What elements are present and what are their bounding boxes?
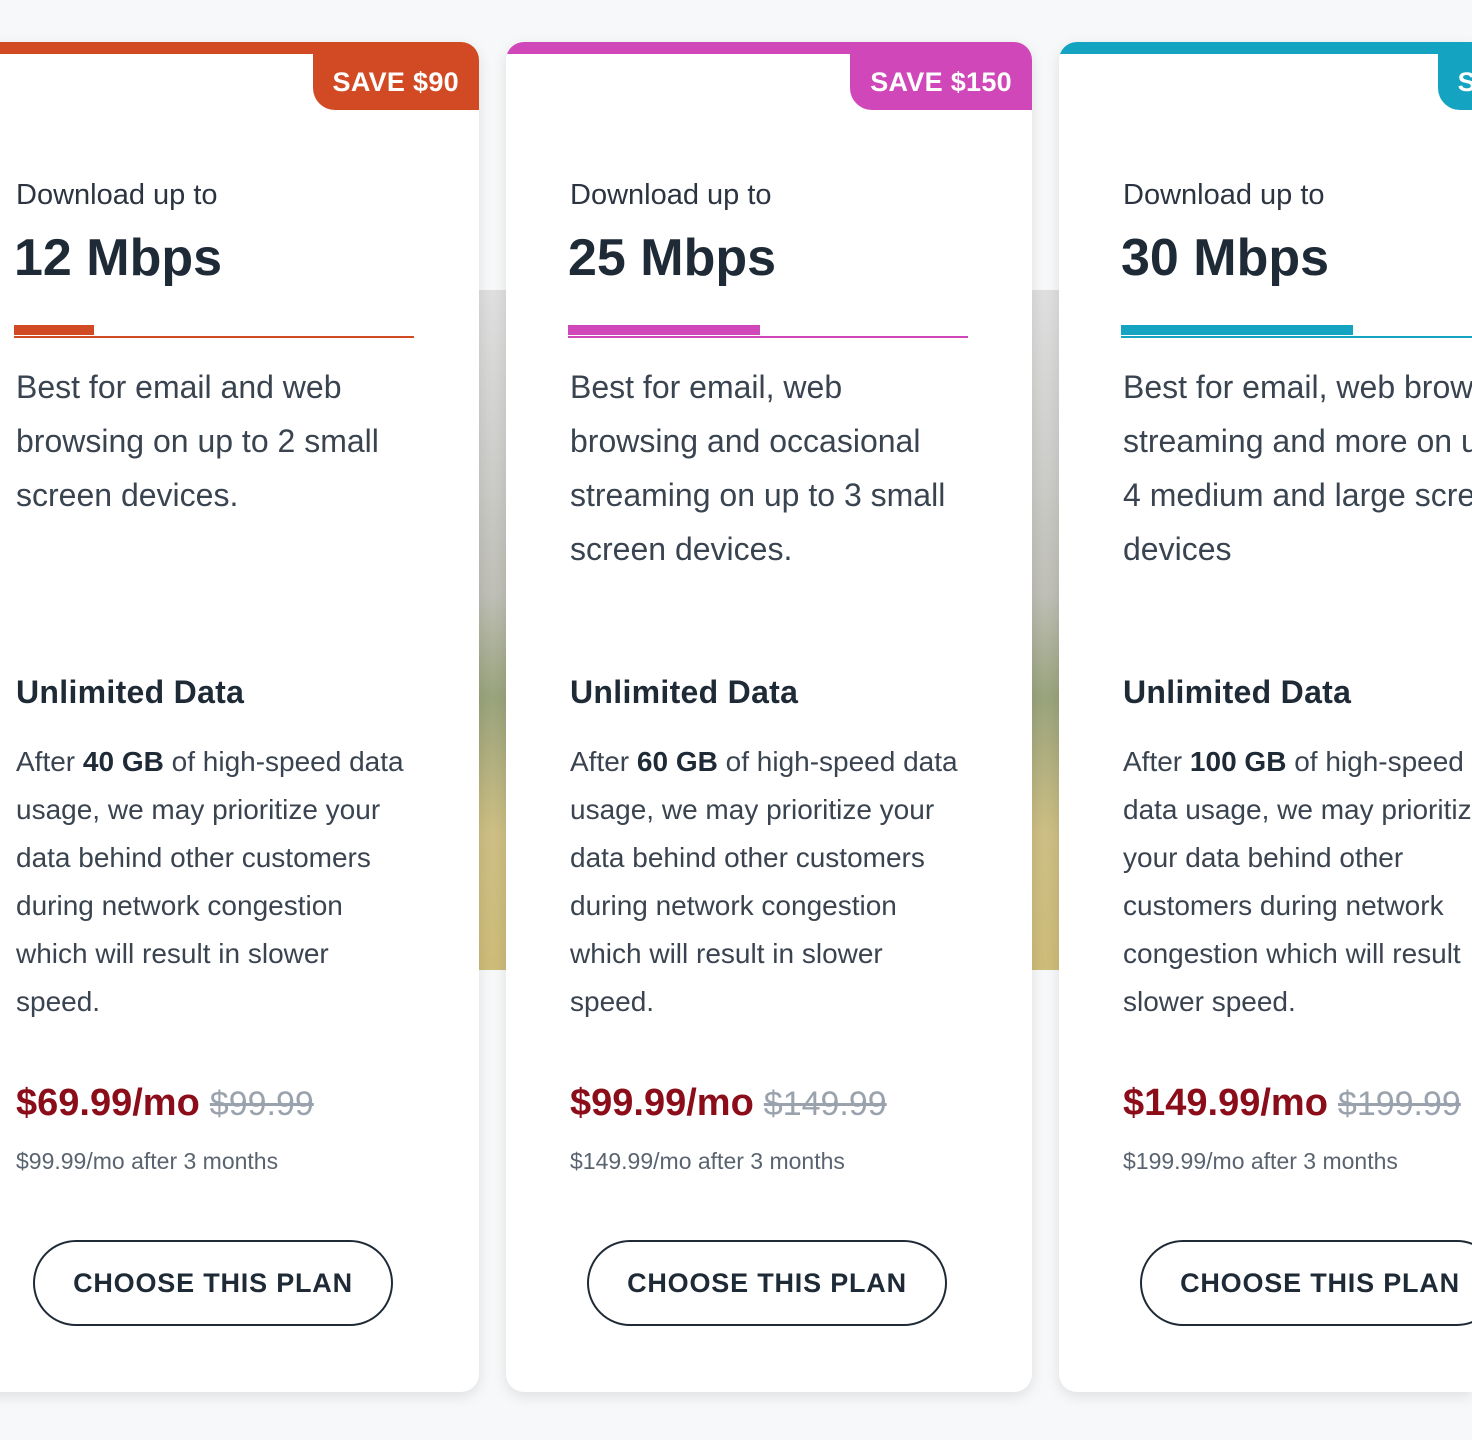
choose-plan-button[interactable]: CHOOSE THIS PLAN — [1140, 1240, 1472, 1326]
price-row: $69.99/mo $99.99 — [16, 1082, 314, 1125]
choose-plan-button[interactable]: CHOOSE THIS PLAN — [587, 1240, 947, 1326]
save-badge: SAVE $150 — [850, 54, 1032, 110]
card-accent-bar — [1059, 42, 1472, 54]
speed-rule — [568, 336, 968, 338]
data-amount: 40 GB — [82, 746, 164, 777]
price-row: $149.99/mo $199.99 — [1123, 1082, 1461, 1125]
plan-card-25mbps: SAVE $150 Download up to 25 Mbps Best fo… — [506, 42, 1032, 1392]
data-title: Unlimited Data — [1123, 674, 1352, 710]
price-after-text: $149.99/mo after 3 months — [570, 1148, 845, 1174]
plan-description: Best for email, web browsing, streaming … — [1123, 369, 1472, 567]
plan-card-30mbps: SAV Download up to 30 Mbps Best for emai… — [1059, 42, 1472, 1392]
promo-price: $69.99/mo — [16, 1082, 200, 1124]
data-title: Unlimited Data — [16, 674, 245, 710]
download-label: Download up to — [570, 179, 772, 211]
original-price: $99.99 — [209, 1085, 314, 1123]
data-policy-text: After 100 GB of high-speed data usage, w… — [1123, 746, 1472, 1017]
save-badge: SAVE $90 — [312, 54, 479, 110]
promo-price: $149.99/mo — [1123, 1082, 1328, 1124]
card-accent-bar — [506, 42, 1032, 54]
speed-rule — [14, 336, 414, 338]
data-title: Unlimited Data — [570, 674, 799, 710]
plan-description: Best for email, web browsing and occasio… — [570, 369, 946, 567]
speed-bar — [14, 325, 94, 335]
speed-value: 12 Mbps — [14, 229, 223, 287]
original-price: $149.99 — [763, 1085, 887, 1123]
price-row: $99.99/mo $149.99 — [570, 1082, 887, 1125]
download-label: Download up to — [16, 179, 218, 211]
data-policy-text: After 60 GB of high-speed data usage, we… — [570, 746, 958, 1017]
plan-card-12mbps: SAVE $90 Download up to 12 Mbps Best for… — [0, 42, 479, 1392]
speed-bar — [1121, 325, 1353, 335]
speed-rule — [1121, 336, 1472, 338]
choose-plan-button[interactable]: CHOOSE THIS PLAN — [33, 1240, 393, 1326]
speed-value: 30 Mbps — [1121, 229, 1330, 287]
card-accent-bar — [0, 42, 479, 54]
original-price: $199.99 — [1337, 1085, 1461, 1123]
plan-description: Best for email and web browsing on up to… — [16, 369, 379, 513]
price-after-text: $199.99/mo after 3 months — [1123, 1148, 1398, 1174]
download-label: Download up to — [1123, 179, 1325, 211]
speed-bar — [568, 325, 760, 335]
promo-price: $99.99/mo — [570, 1082, 754, 1124]
save-badge: SAV — [1437, 54, 1472, 110]
data-policy-text: After 40 GB of high-speed data usage, we… — [16, 746, 404, 1017]
data-amount: 60 GB — [636, 746, 718, 777]
speed-value: 25 Mbps — [568, 229, 777, 287]
price-after-text: $99.99/mo after 3 months — [16, 1148, 279, 1174]
data-amount: 100 GB — [1189, 746, 1287, 777]
